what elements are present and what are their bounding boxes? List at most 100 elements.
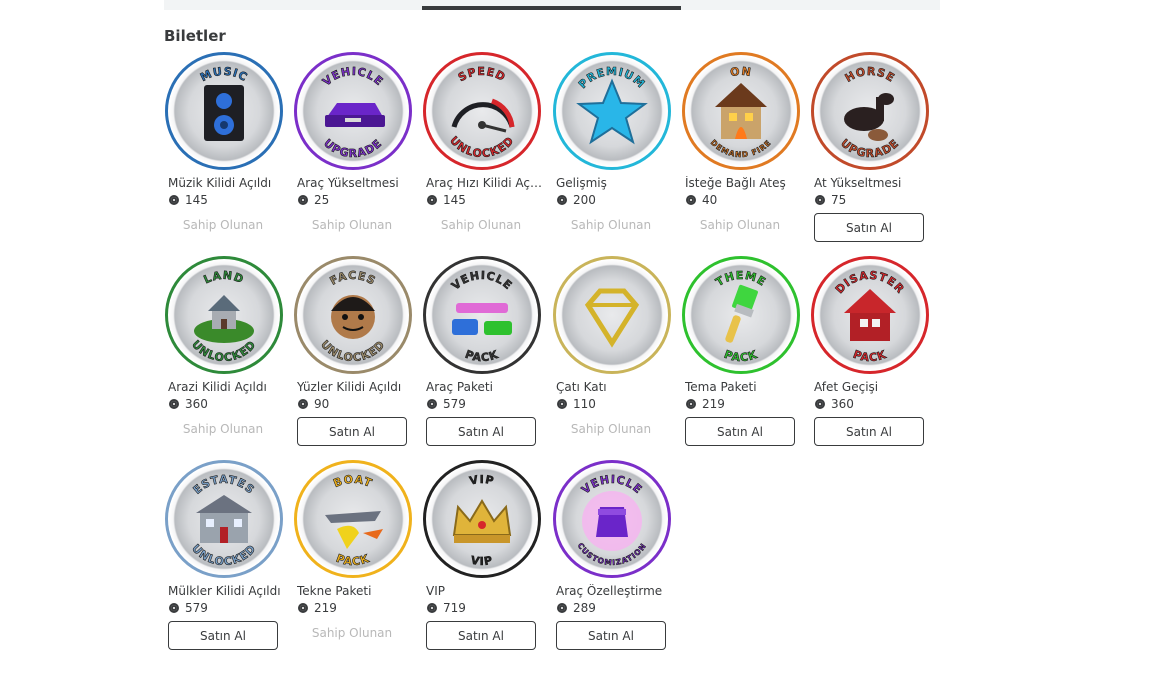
broken-house-icon: DISASTERPACK [833,268,907,364]
pass-card: VEHICLE PACK Araç Paketi 579 Satın Al [422,256,544,456]
price-row: 360 [815,397,854,411]
robux-icon [686,399,696,409]
speedometer-icon: SPEED UNLOCKED [447,65,516,161]
price-row: 40 [686,193,717,207]
pass-price: 360 [831,397,854,411]
badge-top-text: FACES [327,269,377,288]
buy-button[interactable]: Satın Al [556,621,666,650]
pass-thumbnail[interactable]: VIP VIP [423,460,541,578]
pass-card: FACES UNLOCKED Yüzler Kilidi Açıldı 90 Satın… [293,256,415,456]
boat-icon: BOAT PACK [325,472,383,569]
svg-text:VIP: VIP [470,554,495,568]
horse-icon: HORSE UPGRADE [838,65,901,161]
pass-thumbnail[interactable]: FACES UNLOCKED [294,256,412,374]
face-icon: FACES UNLOCKED [318,269,388,365]
price-row: 219 [686,397,725,411]
buy-button[interactable]: Satın Al [814,417,924,446]
pass-price: 145 [443,193,466,207]
pass-name[interactable]: VIP [426,584,544,598]
pass-card: MUSIC Müzik Kilidi Açıldı 145 Sahip Olunan [164,52,286,252]
badge-top-text: SPEED [456,65,508,85]
pass-name[interactable]: Tekne Paketi [297,584,415,598]
pass-card: BOAT PACK Tekne Paketi 219 Sahip Olunan [293,460,415,660]
pass-price: 289 [573,601,596,615]
svg-text:VEHICLE: VEHICLE [449,269,515,293]
mansion-icon: ESTATES UNLOCKED [189,473,258,569]
pass-name[interactable]: Yüzler Kilidi Açıldı [297,380,415,394]
price-row: 75 [815,193,846,207]
pass-name[interactable]: İsteğe Bağlı Ateş [685,176,803,190]
pass-thumbnail[interactable]: LAND UNLOCKED [165,256,283,374]
buy-button[interactable]: Satın Al [685,417,795,446]
buy-button[interactable]: Satın Al [297,417,407,446]
badge-bottom-text: PACK [851,347,888,364]
svg-text:FACES: FACES [328,269,378,288]
owned-label: Sahip Olunan [311,218,393,232]
pass-price: 90 [314,397,330,411]
pass-thumbnail[interactable]: ESTATES UNLOCKED [165,460,283,578]
buy-button[interactable]: Satın Al [426,417,536,446]
badge-top-text: VEHICLE [449,269,514,293]
pass-price: 579 [443,397,466,411]
pass-thumbnail[interactable]: ON DEMAND FIRE [682,52,800,170]
pass-thumbnail[interactable]: VEHICLE PACK [423,256,541,374]
pass-thumbnail[interactable]: BOAT PACK [294,460,412,578]
pass-name[interactable]: Çatı Katı [556,380,674,394]
robux-icon [686,195,696,205]
badge-top-text: ESTATES [190,473,256,497]
owned-label: Sahip Olunan [182,422,264,436]
svg-text:MUSIC: MUSIC [198,65,250,84]
owned-label: Sahip Olunan [182,218,264,232]
buy-button[interactable]: Satın Al [814,213,924,242]
pass-thumbnail[interactable]: HORSE UPGRADE [811,52,929,170]
robux-icon [427,399,437,409]
burning-house-icon: ON DEMAND FIRE [709,64,773,159]
pass-price: 219 [314,601,337,615]
pass-name[interactable]: Müzik Kilidi Açıldı [168,176,286,190]
pass-name[interactable]: Tema Paketi [685,380,803,394]
pass-name[interactable]: At Yükseltmesi [814,176,932,190]
owned-label: Sahip Olunan [311,626,393,640]
pass-card: Çatı Katı 110 Sahip Olunan [552,256,674,456]
svg-text:UNLOCKED: UNLOCKED [318,338,388,364]
pass-name[interactable]: Araç Özelleştirme [556,584,674,598]
pass-thumbnail[interactable]: THEME PACK [682,256,800,374]
price-row: 289 [557,601,596,615]
badge-top-text: MUSIC [198,64,249,84]
pass-price: 579 [185,601,208,615]
robux-icon [815,195,825,205]
pass-thumbnail[interactable]: PREMIUM [553,52,671,170]
svg-text:VEHICLE: VEHICLE [320,65,386,89]
pass-name[interactable]: Araç Paketi [426,380,544,394]
svg-text:PACK: PACK [334,552,371,568]
pass-price: 40 [702,193,718,207]
badge-bottom-text: UNLOCKED [318,338,387,365]
pass-name[interactable]: Araç Hızı Kilidi Açıldı [426,176,544,190]
badge-bottom-text: PACK [334,551,371,568]
pass-card: VEHICLE UPGRADE Araç Yükseltmesi 25 Sahip Ol… [293,52,415,252]
pass-name[interactable]: Gelişmiş [556,176,674,190]
robux-icon [169,399,179,409]
pass-thumbnail[interactable]: VEHICLE CUSTOMIZATION [553,460,671,578]
pass-thumbnail[interactable]: SPEED UNLOCKED [423,52,541,170]
robux-icon [557,603,567,613]
svg-text:BOAT: BOAT [332,473,375,490]
pass-thumbnail[interactable]: DISASTER PACK [811,256,929,374]
badge-bottom-text: PACK [463,347,500,364]
badge-bottom-text: UNLOCKED [189,542,258,569]
price-row: 360 [169,397,208,411]
pass-thumbnail[interactable]: MUSIC [165,52,283,170]
pass-name[interactable]: Arazi Kilidi Açıldı [168,380,286,394]
pass-thumbnail[interactable]: VEHICLE UPGRADE [294,52,412,170]
pass-name[interactable]: Araç Yükseltmesi [297,176,415,190]
crown-icon: VIP VIP [452,473,512,568]
buy-button[interactable]: Satın Al [426,621,536,650]
pass-name[interactable]: Mülkler Kilidi Açıldı [168,584,286,598]
svg-text:PACK: PACK [463,348,500,364]
pass-name[interactable]: Afet Geçişi [814,380,932,394]
buy-button[interactable]: Satın Al [168,621,278,650]
pass-thumbnail[interactable] [553,256,671,374]
owned-label: Sahip Olunan [570,218,652,232]
price-row: 579 [169,601,208,615]
cars-icon: VEHICLE PACK [449,269,515,365]
